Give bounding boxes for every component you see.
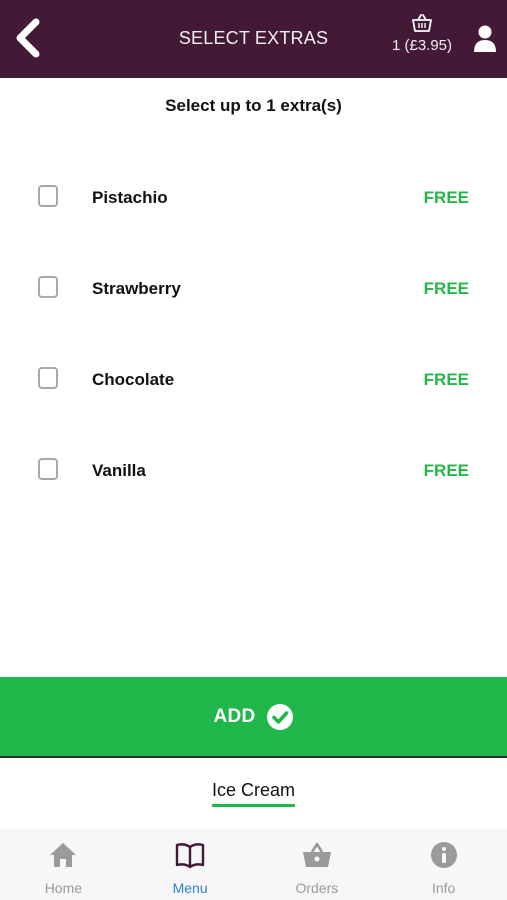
extra-checkbox[interactable] bbox=[38, 185, 58, 207]
basket-icon bbox=[302, 842, 331, 867]
extra-option-vanilla[interactable]: Vanilla FREE bbox=[0, 428, 507, 519]
add-button[interactable]: ADD bbox=[0, 677, 507, 756]
bottom-nav: Home Menu Orders Info bbox=[0, 829, 507, 900]
nav-item-menu[interactable]: Menu bbox=[127, 829, 254, 900]
category-tab-ice-cream[interactable]: Ice Cream bbox=[211, 780, 296, 807]
nav-label-orders: Orders bbox=[295, 880, 339, 896]
basket-button[interactable]: 1 (£3.95) bbox=[388, 14, 456, 62]
add-button-label: ADD bbox=[213, 705, 256, 727]
extra-name: Vanilla bbox=[92, 461, 146, 480]
home-icon bbox=[50, 843, 77, 867]
extra-price: FREE bbox=[423, 188, 469, 207]
nav-item-home[interactable]: Home bbox=[0, 829, 127, 900]
check-circle-icon bbox=[266, 703, 293, 730]
extras-list: Pistachio FREE Strawberry FREE Chocolate… bbox=[0, 155, 507, 519]
basket-summary: 1 (£3.95) bbox=[391, 37, 453, 54]
category-tab: Ice Cream bbox=[0, 780, 507, 807]
basket-icon bbox=[412, 14, 432, 32]
extra-checkbox[interactable] bbox=[38, 276, 58, 298]
extra-option-strawberry[interactable]: Strawberry FREE bbox=[0, 246, 507, 337]
extra-option-pistachio[interactable]: Pistachio FREE bbox=[0, 155, 507, 246]
extra-option-chocolate[interactable]: Chocolate FREE bbox=[0, 337, 507, 428]
nav-label-info: Info bbox=[431, 880, 456, 896]
divider bbox=[0, 756, 507, 758]
extra-price: FREE bbox=[423, 370, 469, 389]
extra-name: Pistachio bbox=[92, 188, 168, 207]
extra-checkbox[interactable] bbox=[38, 458, 58, 480]
extra-price: FREE bbox=[423, 279, 469, 298]
nav-item-orders[interactable]: Orders bbox=[254, 829, 381, 900]
extra-price: FREE bbox=[423, 461, 469, 480]
nav-label-home: Home bbox=[44, 880, 83, 896]
nav-label-menu: Menu bbox=[172, 880, 208, 896]
selection-instruction: Select up to 1 extra(s) bbox=[165, 96, 342, 115]
extra-name: Strawberry bbox=[92, 279, 181, 298]
info-icon bbox=[430, 842, 457, 868]
account-button[interactable] bbox=[473, 24, 497, 54]
extra-name: Chocolate bbox=[92, 370, 175, 389]
book-icon bbox=[175, 843, 205, 869]
user-icon bbox=[474, 25, 496, 52]
extra-checkbox[interactable] bbox=[38, 367, 58, 389]
nav-item-info[interactable]: Info bbox=[380, 829, 507, 900]
app-header: SELECT EXTRAS 1 (£3.95) bbox=[0, 0, 507, 78]
